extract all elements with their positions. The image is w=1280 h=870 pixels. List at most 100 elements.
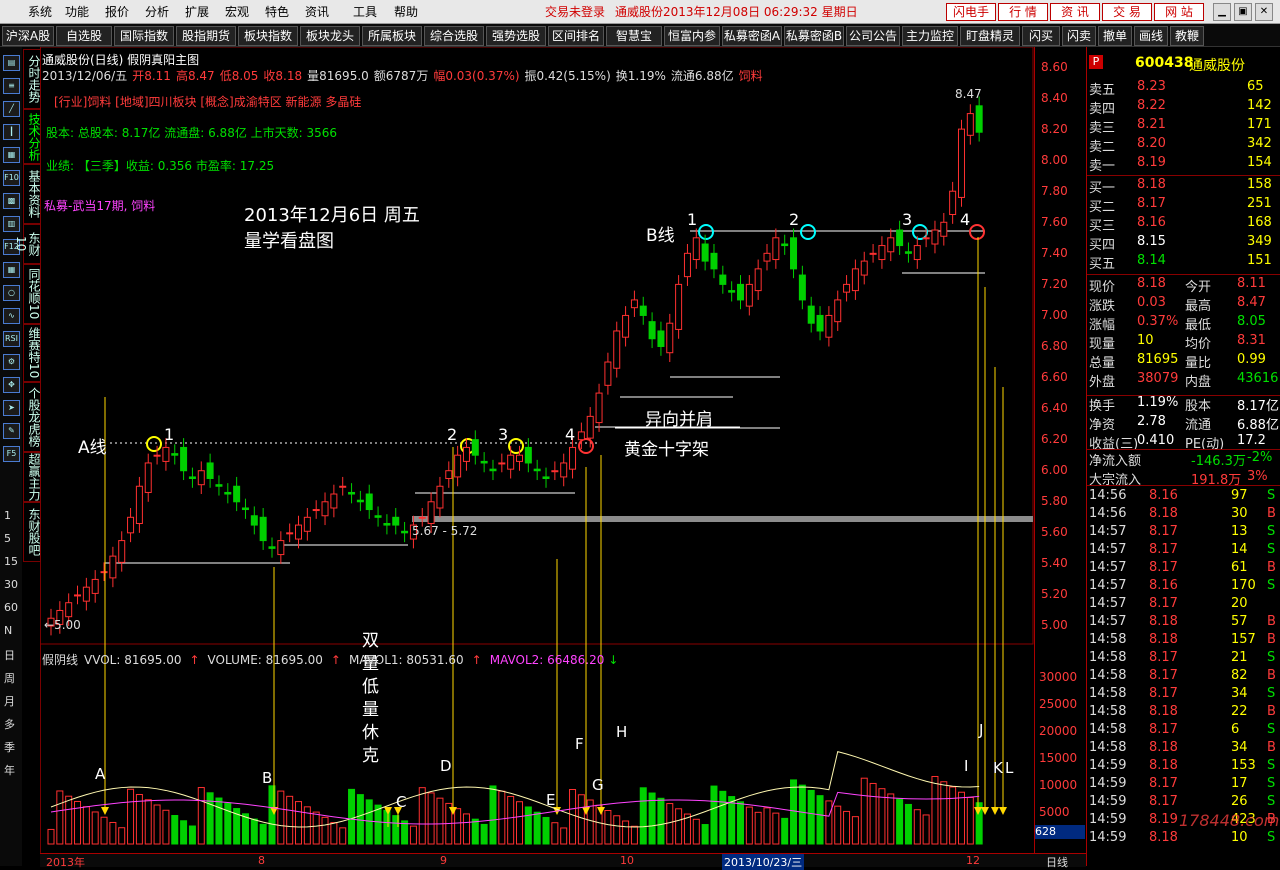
ohlc-field: 振0.42(5.15%) <box>524 69 611 83</box>
chart-icon[interactable]: ▤ <box>3 55 20 71</box>
buy-level: 买四 8.15 349 <box>1087 234 1280 253</box>
vertical-tab[interactable]: 分时走势 <box>23 49 41 109</box>
minimize-icon[interactable]: ▁ <box>1213 3 1231 21</box>
toolbar-button[interactable]: 智慧宝 <box>606 26 662 46</box>
grid-icon[interactable]: ▩ <box>3 193 20 209</box>
toolbar-button[interactable]: 综合选股 <box>424 26 484 46</box>
period-button[interactable]: 年 <box>4 762 15 778</box>
menu-item[interactable]: 分析 <box>145 3 169 20</box>
toolbar-button[interactable]: 板块龙头 <box>300 26 360 46</box>
toolbar-button[interactable]: 闪买 <box>1022 26 1060 46</box>
toolbar-button[interactable]: 国际指数 <box>114 26 174 46</box>
period-button[interactable]: N <box>4 624 12 637</box>
quote-cell: 17 <box>1231 776 1248 791</box>
quote-cell: 8.31 <box>1237 333 1266 348</box>
tool-f10-icon[interactable]: F10 <box>3 170 20 186</box>
period-button[interactable]: 15 <box>4 555 18 568</box>
quote-cell: 8.16 <box>1137 215 1166 230</box>
toolbar-button[interactable]: 板块指数 <box>238 26 298 46</box>
quote-cell: 今开 <box>1185 280 1212 295</box>
top-button[interactable]: 行 情 <box>998 3 1048 21</box>
menu-item[interactable]: 帮助 <box>394 3 418 20</box>
quote-cell: 8.16 <box>1149 578 1178 593</box>
menu-item[interactable]: 资讯 <box>305 3 329 20</box>
vertical-tab[interactable]: 基本资料 <box>23 164 41 224</box>
toolbar-button[interactable]: 闪卖 <box>1062 26 1096 46</box>
top-button[interactable]: 资 讯 <box>1050 3 1100 21</box>
toolbar-button[interactable]: 所属板块 <box>362 26 422 46</box>
wave-icon[interactable]: ∿ <box>3 308 20 324</box>
toolbar-button[interactable]: 自选股 <box>56 26 112 46</box>
annotation-parallel: 异向并肩 <box>645 410 713 430</box>
toolbar-button[interactable]: 盯盘精灵 <box>960 26 1020 46</box>
price-axis: 8.60 8.40 8.20 8.00 7.80 7.60 7.40 7.20 7.00 6.80… <box>1034 47 1087 853</box>
period-button[interactable]: 多 <box>4 716 15 732</box>
volume-marker-label: E <box>546 791 556 809</box>
vertical-tab[interactable]: 东财股吧 <box>23 502 41 562</box>
pointer-icon[interactable]: ➤ <box>3 400 20 416</box>
vertical-note-char: 克 <box>362 746 379 766</box>
period-button[interactable]: 30 <box>4 578 18 591</box>
menu-item[interactable]: 扩展 <box>185 3 209 20</box>
vertical-tab[interactable]: 东财10 <box>14 224 41 264</box>
toolbar-button[interactable]: 教鞭 <box>1170 26 1204 46</box>
period-button[interactable]: 月 <box>4 693 15 709</box>
chart-title: 通威股份(日线) 假阴真阳主图 <box>42 53 200 67</box>
ohlc-field: 幅0.03(0.37%) <box>433 69 520 83</box>
kline-chart[interactable]: 通威股份(日线) 假阴真阳主图 2013/12/06/五 开8.11 高8.47 低8… <box>40 47 1034 853</box>
table-icon[interactable]: ▦ <box>3 262 20 278</box>
vertical-tab[interactable]: 技术分析 <box>23 109 41 164</box>
top-button[interactable]: 交 易 <box>1102 3 1152 21</box>
pen-icon[interactable]: ✎ <box>3 423 20 439</box>
quote-cell: 最高 <box>1185 299 1212 314</box>
move-icon[interactable]: ✥ <box>3 377 20 393</box>
toolbar-button[interactable]: 公司公告 <box>846 26 900 46</box>
separator <box>1087 175 1280 176</box>
search-icon[interactable]: ○ <box>3 285 20 301</box>
toolbar-button[interactable]: 强势选股 <box>486 26 546 46</box>
close-icon[interactable]: ✕ <box>1255 3 1273 21</box>
toolbar-button[interactable]: 股指期货 <box>176 26 236 46</box>
table-icon[interactable]: ▦ <box>3 147 20 163</box>
sequence-number: 2 <box>447 425 458 444</box>
period-button[interactable]: 5 <box>4 532 11 545</box>
toolbar-button[interactable]: 撤单 <box>1098 26 1132 46</box>
period-button[interactable]: 季 <box>4 739 15 755</box>
gear-icon[interactable]: ⚙ <box>3 354 20 370</box>
toolbar-button[interactable]: 沪深A股 <box>2 26 54 46</box>
toolbar-button[interactable]: 画线 <box>1134 26 1168 46</box>
quote-cell: 14:57 <box>1089 596 1127 611</box>
top-button[interactable]: 闪电手 <box>946 3 996 21</box>
vertical-tab[interactable]: 维赛特10 <box>23 324 41 382</box>
layers-icon[interactable]: ▥ <box>3 216 20 232</box>
menu-item[interactable]: 宏观 <box>225 3 249 20</box>
vertical-tab[interactable]: 同花顺10 <box>23 264 41 324</box>
line-icon[interactable]: ╱ <box>3 101 20 117</box>
toolbar-button[interactable]: 私募密函B <box>784 26 844 46</box>
list-icon[interactable]: ≡ <box>3 78 20 94</box>
toolbar-button[interactable]: 区间排名 <box>548 26 604 46</box>
vertical-tab[interactable]: 个股龙虎榜 <box>23 382 41 452</box>
menu-item[interactable]: 特色 <box>265 3 289 20</box>
quote-cell: 14:57 <box>1089 560 1127 575</box>
toolbar-button[interactable]: 恒富内参 <box>664 26 720 46</box>
period-button[interactable]: 1 <box>4 509 11 522</box>
toolbar-button[interactable]: 私募密函A <box>722 26 782 46</box>
tool-f5-icon[interactable]: F5 <box>3 446 20 462</box>
quote-cell: 61 <box>1231 560 1248 575</box>
restore-icon[interactable]: ▣ <box>1234 3 1252 21</box>
candle-icon[interactable]: ┃ <box>3 124 20 140</box>
menu-item[interactable]: 报价 <box>105 3 129 20</box>
menu-item[interactable]: 功能 <box>65 3 89 20</box>
period-button[interactable]: 日 <box>4 647 15 663</box>
period-button[interactable]: 周 <box>4 670 15 686</box>
vertical-tab[interactable]: 超赢主力 <box>23 452 41 502</box>
menu-item[interactable]: 工具 <box>353 3 377 20</box>
tick-row: 14:57 8.17 13 S <box>1087 524 1280 542</box>
toolbar-button[interactable]: 主力监控 <box>902 26 958 46</box>
quote-cell: 8.18 <box>1149 506 1178 521</box>
top-button[interactable]: 网 站 <box>1154 3 1204 21</box>
menu-item[interactable]: 系统 <box>28 3 52 20</box>
tool-rsi-icon[interactable]: RSI <box>3 331 20 347</box>
period-button[interactable]: 60 <box>4 601 18 614</box>
